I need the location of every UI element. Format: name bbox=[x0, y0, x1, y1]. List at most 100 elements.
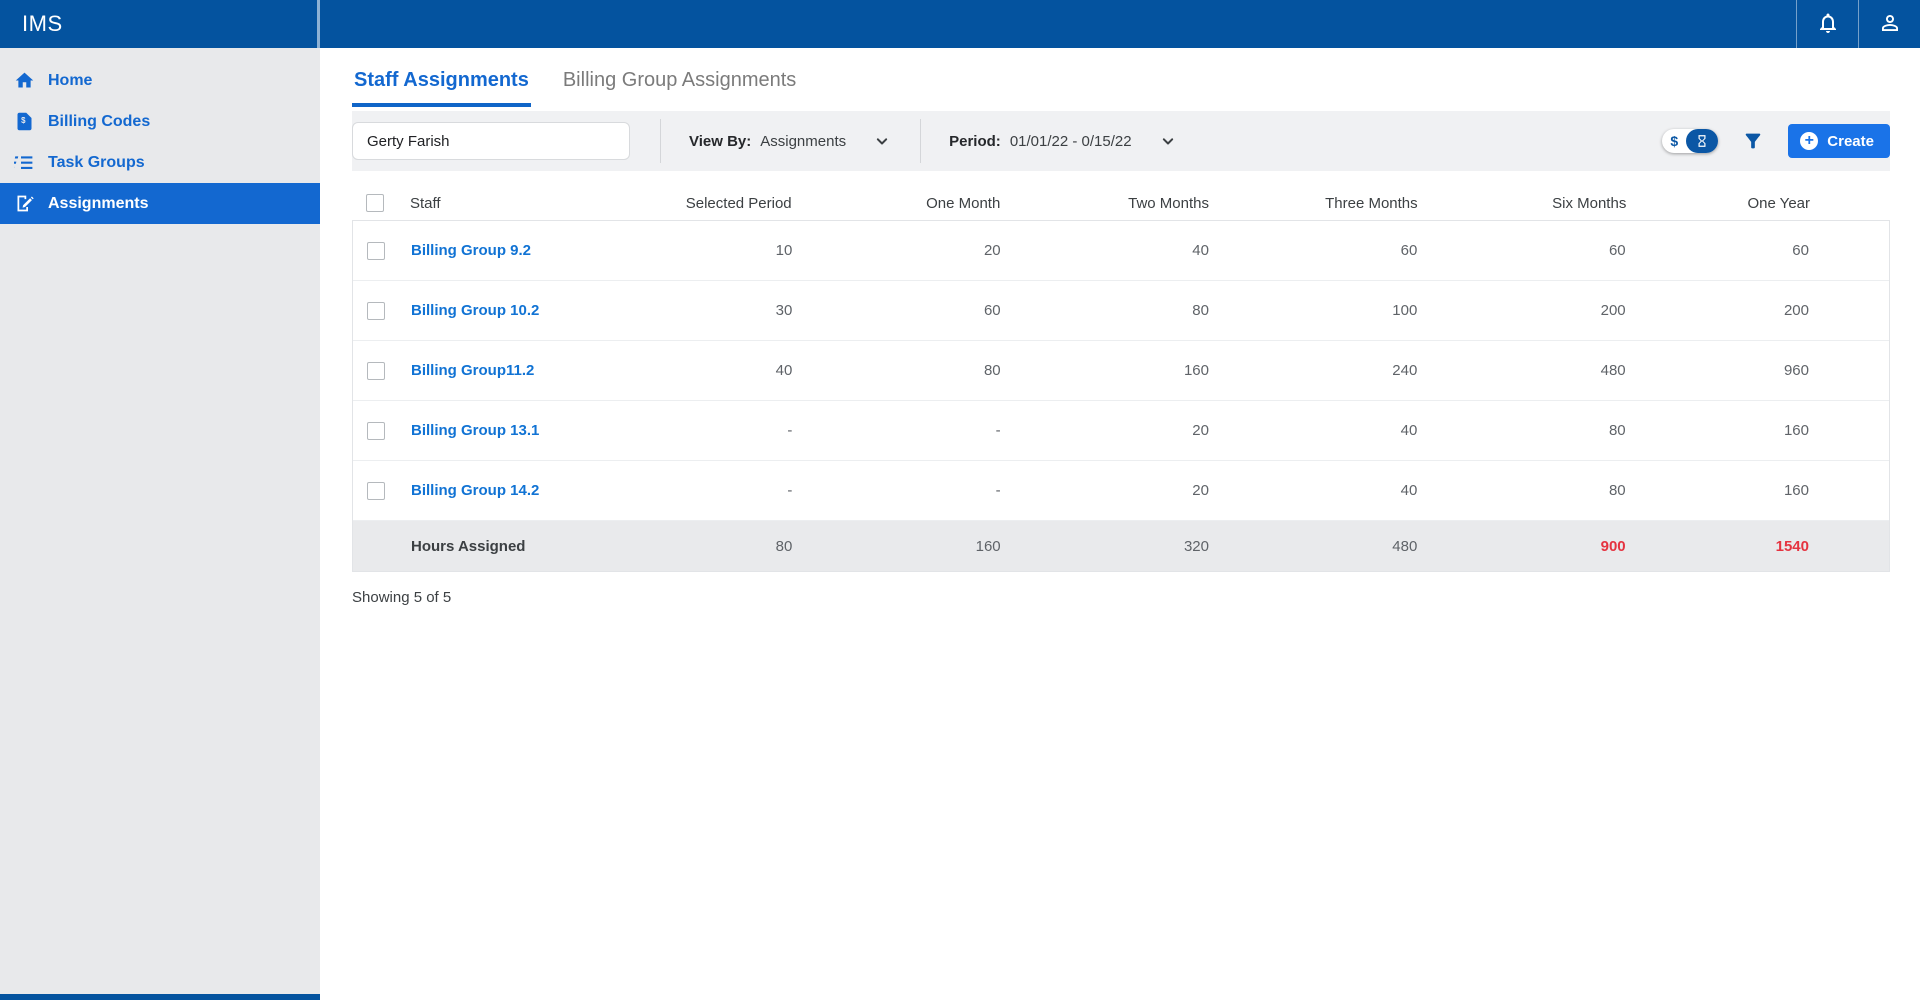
hourglass-icon bbox=[1686, 129, 1718, 153]
sidebar-item-label: Home bbox=[48, 72, 92, 90]
cell-value: 40 bbox=[639, 362, 847, 379]
results-count: Showing 5 of 5 bbox=[352, 589, 1890, 606]
filter-divider bbox=[920, 119, 921, 163]
total-value: 80 bbox=[639, 538, 847, 555]
billing-group-link[interactable]: Billing Group 9.2 bbox=[399, 242, 639, 259]
column-header-two-months: Two Months bbox=[1055, 195, 1264, 212]
view-by-dropdown[interactable]: View By: Assignments bbox=[689, 131, 892, 151]
sidebar-item-label: Task Groups bbox=[48, 154, 145, 172]
row-checkbox[interactable] bbox=[367, 482, 385, 500]
sidebar-item-home[interactable]: Home bbox=[0, 60, 320, 101]
create-button-label: Create bbox=[1827, 133, 1874, 150]
row-checkbox[interactable] bbox=[367, 422, 385, 440]
task-groups-icon bbox=[13, 152, 35, 174]
total-value: 160 bbox=[847, 538, 1055, 555]
user-icon bbox=[1878, 11, 1902, 38]
table-row: Billing Group11.2 40 80 160 240 480 960 bbox=[353, 341, 1889, 401]
table-header-row: Staff Selected Period One Month Two Mont… bbox=[352, 186, 1890, 220]
cell-value: 60 bbox=[1472, 242, 1680, 259]
notifications-button[interactable] bbox=[1796, 0, 1858, 48]
sidebar-bottom-strip bbox=[0, 994, 320, 1000]
total-value-overage: 1540 bbox=[1681, 538, 1889, 555]
view-by-label: View By: bbox=[689, 133, 751, 150]
top-bar-spacer bbox=[320, 0, 1796, 48]
cell-value: 160 bbox=[1056, 362, 1264, 379]
home-icon bbox=[13, 70, 35, 92]
tab-staff-assignments[interactable]: Staff Assignments bbox=[352, 63, 531, 107]
tab-billing-group-assignments[interactable]: Billing Group Assignments bbox=[561, 63, 798, 107]
cell-value: - bbox=[847, 482, 1055, 499]
cell-value: 100 bbox=[1264, 302, 1472, 319]
cell-value: 10 bbox=[639, 242, 847, 259]
cell-value: 200 bbox=[1472, 302, 1680, 319]
billing-group-link[interactable]: Billing Group 13.1 bbox=[399, 422, 639, 439]
total-value-overage: 900 bbox=[1472, 538, 1680, 555]
cell-value: 80 bbox=[847, 362, 1055, 379]
row-checkbox[interactable] bbox=[367, 302, 385, 320]
cell-value: - bbox=[847, 422, 1055, 439]
assignments-icon bbox=[13, 193, 35, 215]
cell-value: 40 bbox=[1056, 242, 1264, 259]
billing-codes-icon: $ bbox=[13, 111, 35, 133]
view-by-value: Assignments bbox=[760, 133, 846, 150]
top-bar: IMS bbox=[0, 0, 1920, 48]
column-header-selected-period: Selected Period bbox=[638, 195, 847, 212]
billing-group-link[interactable]: Billing Group 10.2 bbox=[399, 302, 639, 319]
cell-value: 80 bbox=[1056, 302, 1264, 319]
account-button[interactable] bbox=[1858, 0, 1920, 48]
cell-value: 80 bbox=[1472, 422, 1680, 439]
sidebar-item-label: Assignments bbox=[48, 195, 148, 213]
bell-icon bbox=[1816, 11, 1840, 38]
cell-value: 200 bbox=[1681, 302, 1889, 319]
row-checkbox[interactable] bbox=[367, 242, 385, 260]
table-row: Billing Group 9.2 10 20 40 60 60 60 bbox=[353, 221, 1889, 281]
cell-value: 20 bbox=[1056, 482, 1264, 499]
column-header-one-month: One Month bbox=[847, 195, 1056, 212]
sidebar-item-assignments[interactable]: Assignments bbox=[0, 183, 320, 224]
cell-value: 960 bbox=[1681, 362, 1889, 379]
cell-value: 20 bbox=[1056, 422, 1264, 439]
cell-value: 30 bbox=[639, 302, 847, 319]
tab-bar: Staff Assignments Billing Group Assignme… bbox=[352, 48, 1890, 107]
sidebar-item-task-groups[interactable]: Task Groups bbox=[0, 142, 320, 183]
cell-value: 160 bbox=[1681, 422, 1889, 439]
main-content: Staff Assignments Billing Group Assignme… bbox=[320, 48, 1920, 1000]
cell-value: - bbox=[639, 482, 847, 499]
cell-value: 60 bbox=[1264, 242, 1472, 259]
sidebar: Home $ Billing Codes Task Groups Assignm… bbox=[0, 48, 320, 1000]
dollar-label: $ bbox=[1662, 133, 1686, 149]
dollar-hours-toggle[interactable]: $ bbox=[1662, 129, 1718, 153]
period-value: 01/01/22 - 0/15/22 bbox=[1010, 133, 1132, 150]
billing-group-link[interactable]: Billing Group11.2 bbox=[399, 362, 639, 379]
filter-divider bbox=[660, 119, 661, 163]
sidebar-item-label: Billing Codes bbox=[48, 113, 150, 131]
app-logo[interactable]: IMS bbox=[0, 0, 320, 48]
sidebar-item-billing-codes[interactable]: $ Billing Codes bbox=[0, 101, 320, 142]
create-button[interactable]: + Create bbox=[1788, 124, 1890, 158]
cell-value: 40 bbox=[1264, 422, 1472, 439]
cell-value: - bbox=[639, 422, 847, 439]
totals-label: Hours Assigned bbox=[399, 538, 639, 555]
cell-value: 60 bbox=[847, 302, 1055, 319]
column-header-staff: Staff bbox=[398, 195, 638, 212]
cell-value: 240 bbox=[1264, 362, 1472, 379]
cell-value: 40 bbox=[1264, 482, 1472, 499]
period-label: Period: bbox=[949, 133, 1001, 150]
svg-text:$: $ bbox=[21, 116, 26, 125]
column-header-three-months: Three Months bbox=[1264, 195, 1473, 212]
billing-group-link[interactable]: Billing Group 14.2 bbox=[399, 482, 639, 499]
table-row: Billing Group 10.2 30 60 80 100 200 200 bbox=[353, 281, 1889, 341]
total-value: 320 bbox=[1056, 538, 1264, 555]
funnel-icon[interactable] bbox=[1742, 130, 1764, 152]
cell-value: 160 bbox=[1681, 482, 1889, 499]
search-input[interactable] bbox=[352, 122, 630, 160]
cell-value: 80 bbox=[1472, 482, 1680, 499]
select-all-checkbox[interactable] bbox=[366, 194, 384, 212]
total-value: 480 bbox=[1264, 538, 1472, 555]
filter-bar: View By: Assignments Period: 01/01/22 - … bbox=[352, 111, 1890, 171]
app-title: IMS bbox=[22, 11, 63, 37]
row-checkbox[interactable] bbox=[367, 362, 385, 380]
column-header-six-months: Six Months bbox=[1473, 195, 1682, 212]
period-dropdown[interactable]: Period: 01/01/22 - 0/15/22 bbox=[949, 131, 1177, 151]
cell-value: 60 bbox=[1681, 242, 1889, 259]
